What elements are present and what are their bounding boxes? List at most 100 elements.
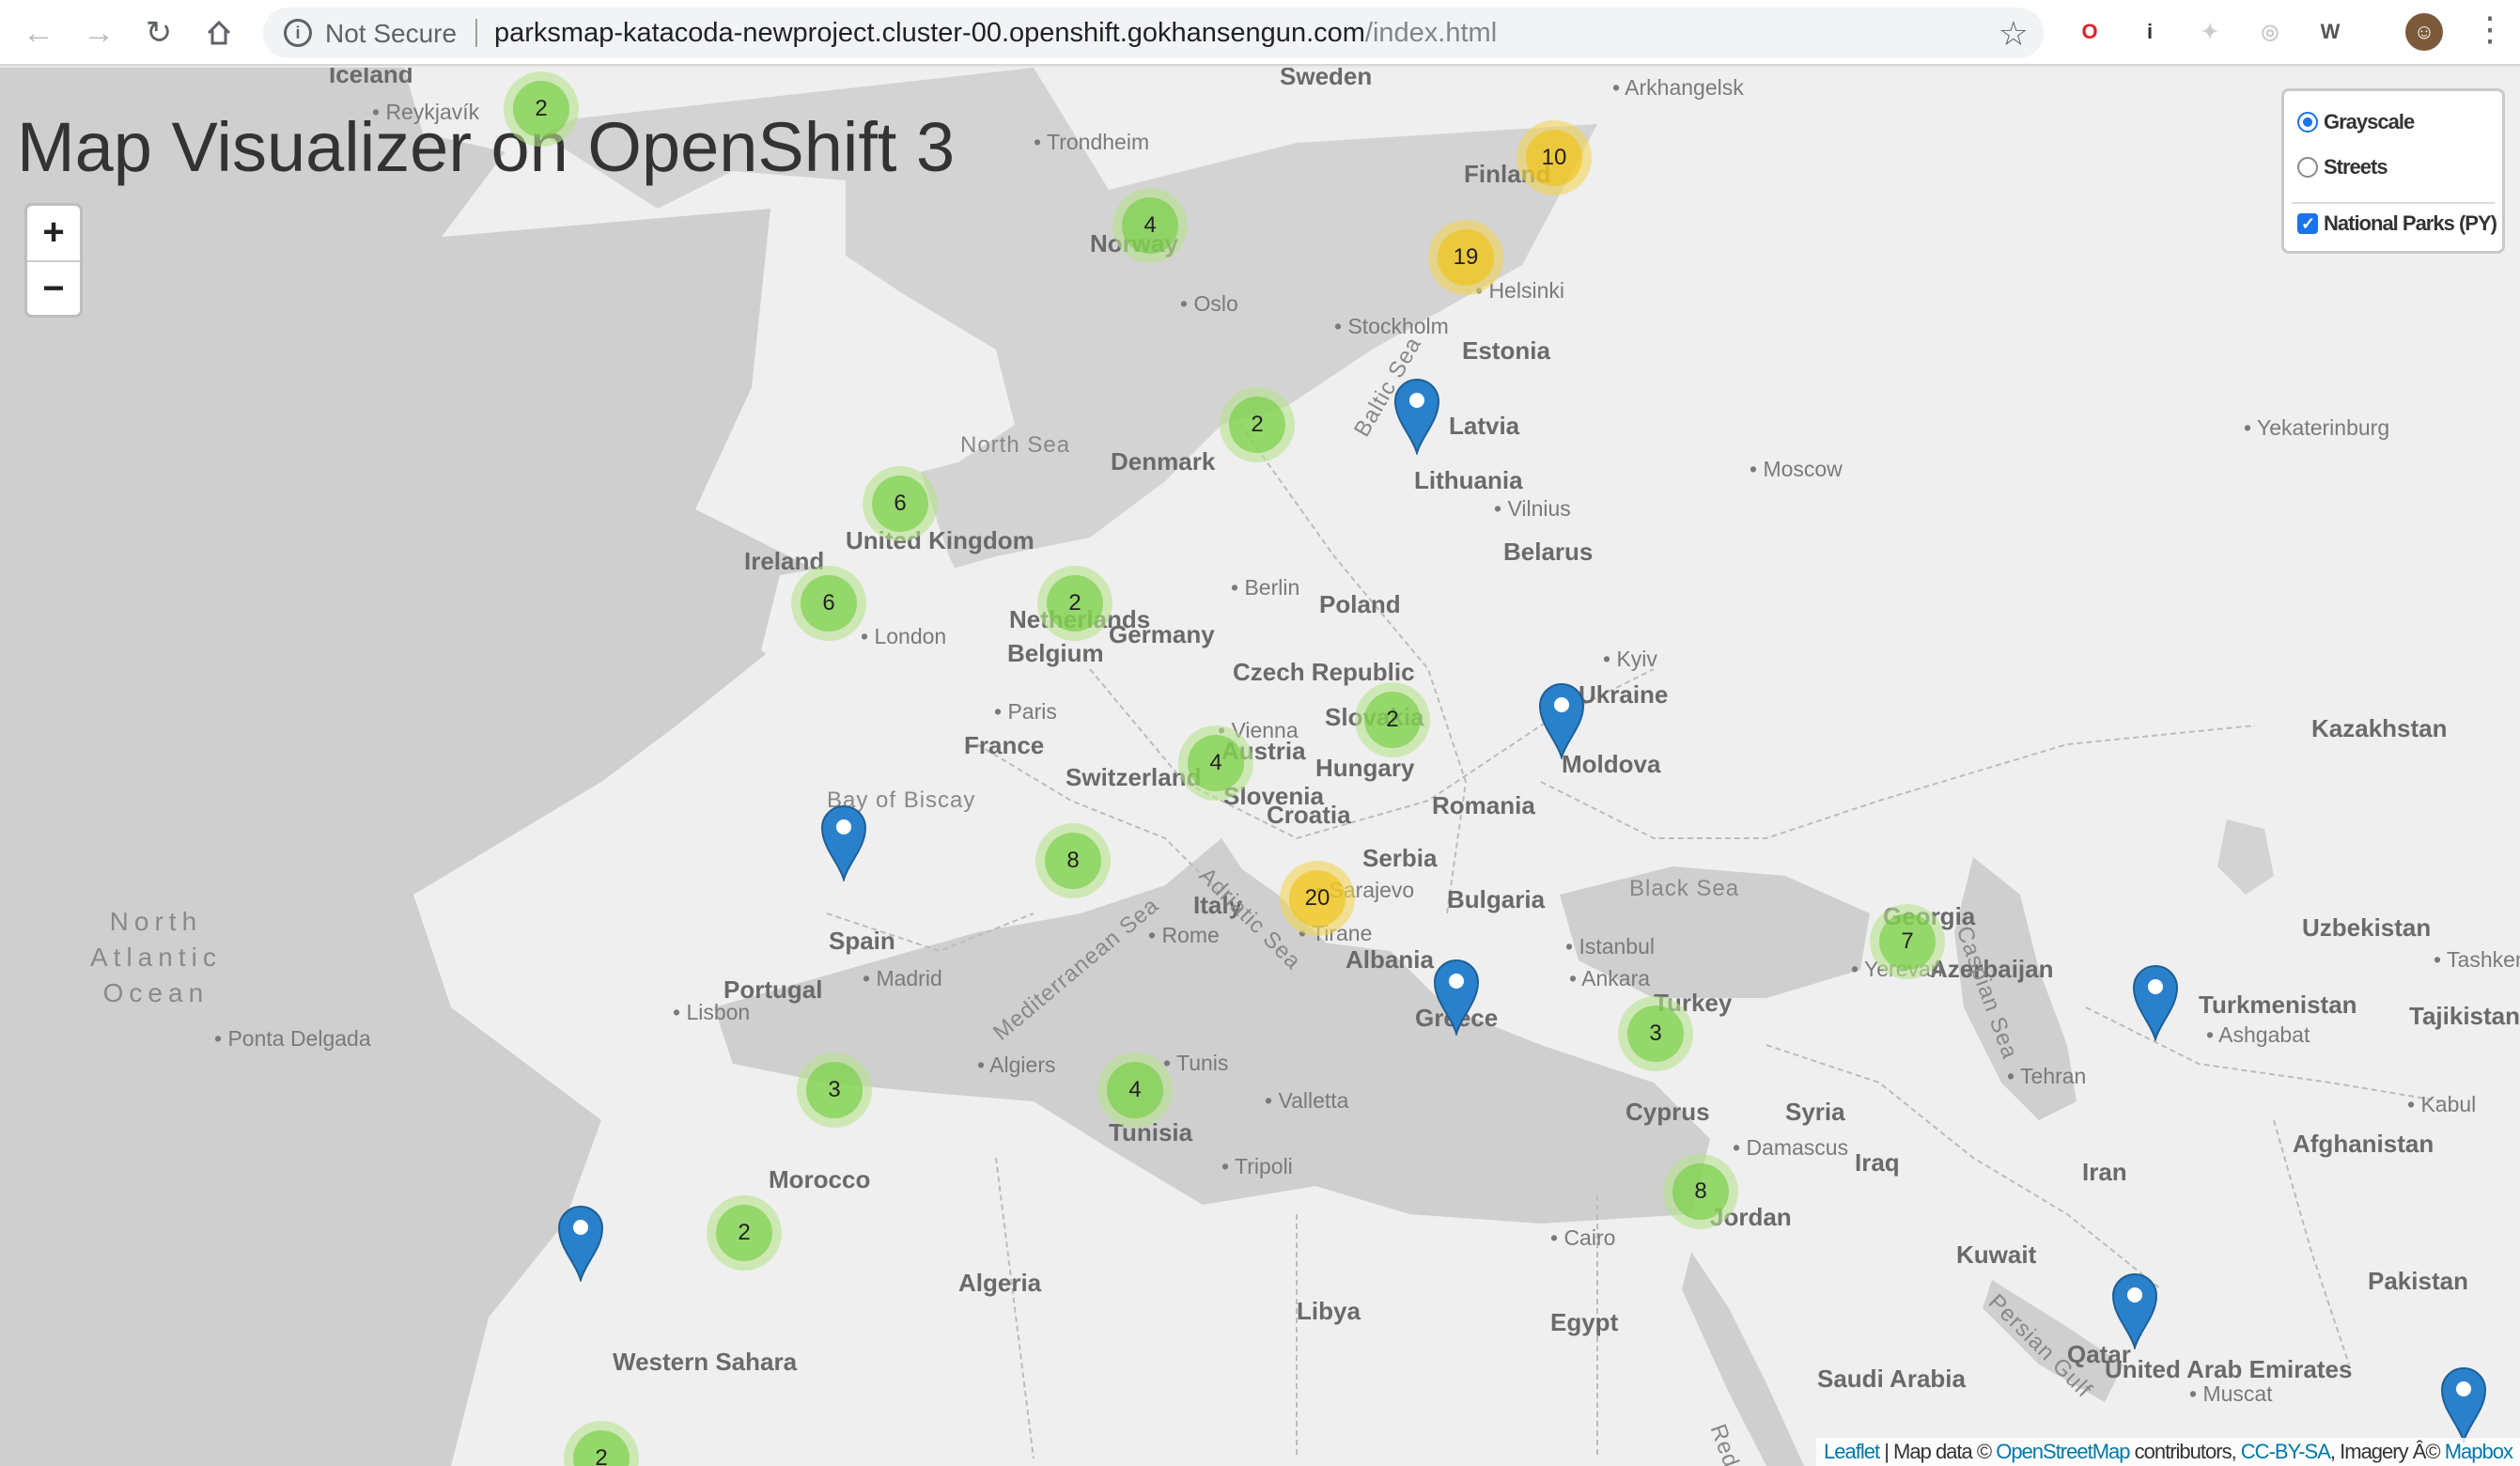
marker-cluster[interactable]: 8: [1035, 823, 1111, 898]
country-label: Hungary: [1315, 754, 1415, 782]
layer-option-national-parks[interactable]: ✓ National Parks (PY): [2297, 211, 2497, 236]
wikipedia-icon[interactable]: W: [2311, 13, 2349, 51]
marker-cluster[interactable]: 3: [1618, 996, 1693, 1071]
city-label: • Moscow: [1750, 457, 1843, 481]
map-marker-icon[interactable]: [1393, 378, 1440, 455]
target-icon[interactable]: ◎: [2251, 13, 2289, 51]
city-label: • Stockholm: [1334, 314, 1449, 338]
browser-toolbar: ← → ↻ i Not Secure parksmap-katacoda-new…: [0, 0, 2520, 66]
country-label: Iraq: [1855, 1148, 1900, 1177]
forward-button[interactable]: →: [75, 9, 122, 56]
leaflet-link[interactable]: Leaflet: [1824, 1440, 1880, 1463]
layer-option-grayscale[interactable]: Grayscale: [2297, 110, 2415, 134]
country-label: Belarus: [1503, 538, 1594, 566]
ocean-label: North Atlantic Ocean: [90, 904, 222, 1011]
map-marker-icon[interactable]: [2111, 1272, 2158, 1349]
country-label: Estonia: [1462, 336, 1550, 365]
url-host: parksmap-katacoda-newproject.cluster-00.…: [494, 18, 1365, 48]
marker-cluster[interactable]: 19: [1428, 220, 1503, 295]
onepassword-icon[interactable]: i: [2131, 13, 2169, 51]
bookmark-star-icon[interactable]: ☆: [1999, 14, 2029, 54]
attribution-text: | Map data ©: [1879, 1440, 1997, 1463]
map-marker-icon[interactable]: [1433, 959, 1480, 1036]
city-label: • Arkhangelsk: [1612, 75, 1744, 100]
city-label: • Lisbon: [673, 1000, 751, 1024]
marker-cluster[interactable]: 4: [1112, 188, 1188, 263]
marker-cluster[interactable]: 8: [1663, 1154, 1738, 1229]
city-label: • Tripoli: [1221, 1154, 1293, 1178]
browser-menu-icon[interactable]: ⋮: [2473, 9, 2507, 49]
cluster-count: 2: [1229, 397, 1285, 453]
attribution-text: , Imagery Â©: [2329, 1440, 2445, 1463]
country-label: France: [964, 731, 1045, 759]
city-label: • Kabul: [2407, 1092, 2477, 1116]
country-label: Germany: [1109, 620, 1215, 648]
home-button[interactable]: [195, 9, 242, 56]
country-label: Uzbekistan: [2302, 913, 2432, 942]
country-label: Syria: [1785, 1098, 1845, 1126]
marker-cluster[interactable]: 20: [1280, 861, 1355, 936]
country-label: United Arab Emirates: [2105, 1355, 2353, 1383]
cluster-count: 2: [513, 81, 569, 137]
cluster-count: 3: [806, 1062, 863, 1118]
marker-cluster[interactable]: 3: [797, 1053, 872, 1128]
country-label: Poland: [1319, 590, 1401, 618]
city-label: • Berlin: [1231, 575, 1300, 600]
marker-cluster[interactable]: 4: [1097, 1053, 1173, 1128]
country-label: Belgium: [1007, 639, 1104, 667]
attribution-text: contributors,: [2129, 1440, 2241, 1463]
country-label: Albania: [1346, 945, 1434, 974]
marker-cluster[interactable]: 6: [791, 566, 866, 641]
marker-cluster[interactable]: 2: [504, 71, 579, 147]
country-label: Turkmenistan: [2199, 990, 2357, 1019]
map-container[interactable]: IcelandNorwayFinlandSwedenEstoniaLatviaL…: [0, 68, 2520, 1466]
marker-cluster[interactable]: 10: [1517, 120, 1592, 195]
city-label: • Vilnius: [1494, 496, 1571, 521]
info-icon[interactable]: i: [284, 19, 312, 47]
mapbox-link[interactable]: Mapbox: [2445, 1440, 2513, 1463]
city-label: • Trondheim: [1034, 130, 1150, 154]
zoom-in-button[interactable]: +: [27, 206, 80, 260]
map-marker-icon[interactable]: [820, 804, 867, 881]
cluster-count: 10: [1526, 130, 1582, 186]
marker-cluster[interactable]: 2: [1220, 387, 1295, 462]
streets-radio[interactable]: [2297, 157, 2318, 178]
address-bar[interactable]: i Not Secure parksmap-katacoda-newprojec…: [263, 8, 2044, 58]
marker-cluster[interactable]: 2: [1037, 566, 1112, 641]
cluster-count: 8: [1045, 833, 1101, 889]
grayscale-radio[interactable]: [2297, 112, 2318, 133]
reload-button[interactable]: ↻: [135, 9, 182, 56]
country-label: Denmark: [1111, 447, 1216, 476]
marker-cluster[interactable]: 2: [707, 1195, 782, 1271]
security-label: Not Secure: [325, 19, 458, 48]
city-label: • Ponta Delgada: [214, 1026, 371, 1051]
map-marker-icon[interactable]: [557, 1205, 604, 1282]
marker-cluster[interactable]: 7: [1870, 904, 1945, 979]
country-label: Pakistan: [2368, 1267, 2468, 1295]
country-label: Egypt: [1550, 1308, 1619, 1336]
opera-icon[interactable]: O: [2071, 13, 2108, 51]
city-label: • Kyiv: [1603, 647, 1657, 671]
country-label: Kazakhstan: [2311, 714, 2448, 742]
city-label: • Cairo: [1550, 1225, 1616, 1250]
marker-cluster[interactable]: 2: [1355, 682, 1430, 757]
national-parks-checkbox[interactable]: ✓: [2297, 213, 2318, 234]
map-marker-icon[interactable]: [2440, 1366, 2487, 1443]
extension-icon[interactable]: ✦: [2191, 13, 2229, 51]
license-link[interactable]: CC-BY-SA: [2241, 1440, 2331, 1463]
layer-option-streets[interactable]: Streets: [2297, 155, 2388, 179]
profile-avatar[interactable]: ☺: [2405, 13, 2443, 51]
reload-icon: ↻: [145, 15, 173, 51]
url-text[interactable]: parksmap-katacoda-newproject.cluster-00.…: [494, 18, 1497, 49]
country-label: Iran: [2082, 1158, 2127, 1186]
cluster-count: 4: [1107, 1062, 1163, 1118]
address-separator: [475, 19, 477, 47]
osm-link[interactable]: OpenStreetMap: [1996, 1440, 2130, 1463]
map-marker-icon[interactable]: [2132, 964, 2179, 1041]
marker-cluster[interactable]: 6: [863, 466, 938, 541]
marker-cluster[interactable]: 4: [1178, 725, 1253, 801]
sea-label: North Sea: [960, 432, 1071, 458]
back-button[interactable]: ←: [15, 9, 62, 56]
map-marker-icon[interactable]: [1538, 682, 1585, 759]
zoom-out-button[interactable]: −: [27, 260, 80, 315]
